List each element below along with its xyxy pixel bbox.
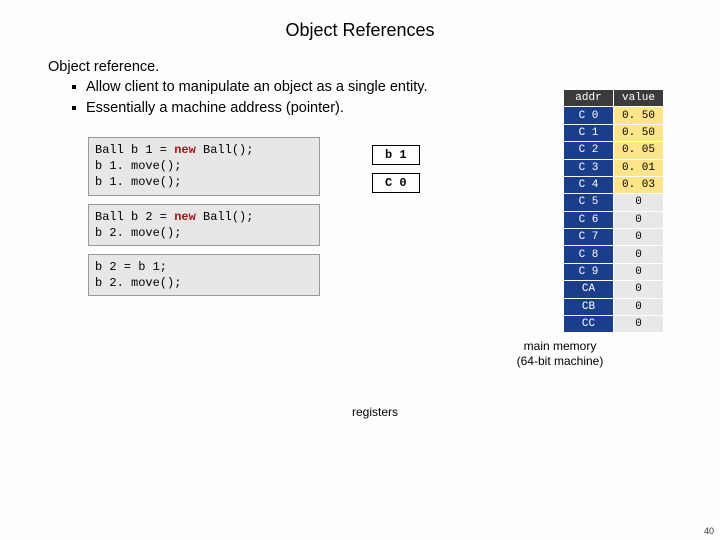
keyword-new: new: [174, 143, 196, 157]
cell-addr: C 3: [563, 159, 613, 176]
bullet-list: Allow client to manipulate an object as …: [48, 77, 704, 119]
cell-addr: C 6: [563, 211, 613, 228]
bullet-item: Essentially a machine address (pointer).: [72, 98, 704, 119]
cell-addr: C 4: [563, 176, 613, 193]
table-row: CA0: [563, 281, 663, 298]
code-text: Ball();: [196, 210, 254, 224]
lower-row: Ball b 1 = new Ball(); b 1. move(); b 1.…: [48, 137, 704, 368]
cell-addr: C 2: [563, 142, 613, 159]
table-row: C 60: [563, 211, 663, 228]
cell-addr: C 9: [563, 263, 613, 280]
cell-value: 0: [613, 298, 663, 315]
registers-caption: registers: [352, 405, 398, 419]
code-block-1: Ball b 1 = new Ball(); b 1. move(); b 1.…: [88, 137, 320, 196]
code-block-3: b 2 = b 1; b 2. move();: [88, 254, 320, 296]
cell-value: 0. 50: [613, 124, 663, 141]
memory-column: addr value C 00. 50C 10. 50C 20. 05C 30.…: [450, 137, 670, 368]
memory-caption-line2: (64-bit machine): [517, 354, 604, 368]
cell-value: 0: [613, 194, 663, 211]
cell-addr: C 8: [563, 246, 613, 263]
cell-value: 0: [613, 315, 663, 332]
keyword-new: new: [174, 210, 196, 224]
cell-value: 0. 05: [613, 142, 663, 159]
table-row: CC0: [563, 315, 663, 332]
table-row: C 50: [563, 194, 663, 211]
cell-value: 0: [613, 229, 663, 246]
table-row: CB0: [563, 298, 663, 315]
table-row: C 40. 03: [563, 176, 663, 193]
code-block-2: Ball b 2 = new Ball(); b 2. move();: [88, 204, 320, 246]
cell-value: 0. 03: [613, 176, 663, 193]
memory-caption: main memory (64-bit machine): [450, 339, 670, 368]
register-b1: b 1: [372, 145, 420, 165]
page-title: Object References: [0, 0, 720, 59]
table-row: C 10. 50: [563, 124, 663, 141]
code-text: Ball b 2 =: [95, 210, 174, 224]
code-text: b 2 = b 1;: [95, 260, 167, 274]
table-row: C 30. 01: [563, 159, 663, 176]
table-row: C 20. 05: [563, 142, 663, 159]
cell-addr: C 5: [563, 194, 613, 211]
cell-addr: C 1: [563, 124, 613, 141]
cell-value: 0: [613, 211, 663, 228]
code-text: b 2. move();: [95, 226, 181, 240]
code-text: b 1. move();: [95, 159, 181, 173]
code-column: Ball b 1 = new Ball(); b 1. move(); b 1.…: [88, 137, 320, 368]
cell-addr: C 7: [563, 229, 613, 246]
code-text: b 2. move();: [95, 276, 181, 290]
table-row: C 80: [563, 246, 663, 263]
content-area: Object reference. Allow client to manipu…: [0, 59, 720, 368]
cell-value: 0: [613, 263, 663, 280]
memory-caption-line1: main memory: [524, 339, 597, 353]
cell-addr: CA: [563, 281, 613, 298]
code-text: Ball b 1 =: [95, 143, 174, 157]
table-row: C 90: [563, 263, 663, 280]
cell-addr: CB: [563, 298, 613, 315]
cell-value: 0: [613, 281, 663, 298]
cell-addr: CC: [563, 315, 613, 332]
table-row: C 70: [563, 229, 663, 246]
code-text: Ball();: [196, 143, 254, 157]
cell-value: 0: [613, 246, 663, 263]
bullet-item: Allow client to manipulate an object as …: [72, 77, 704, 98]
register-c0: C 0: [372, 173, 420, 193]
cell-value: 0. 01: [613, 159, 663, 176]
code-text: b 1. move();: [95, 175, 181, 189]
memory-table: addr value C 00. 50C 10. 50C 20. 05C 30.…: [563, 89, 664, 333]
registers-column: b 1 C 0 registers: [320, 137, 450, 368]
section-heading: Object reference.: [48, 59, 704, 75]
page-number: 40: [704, 526, 714, 536]
